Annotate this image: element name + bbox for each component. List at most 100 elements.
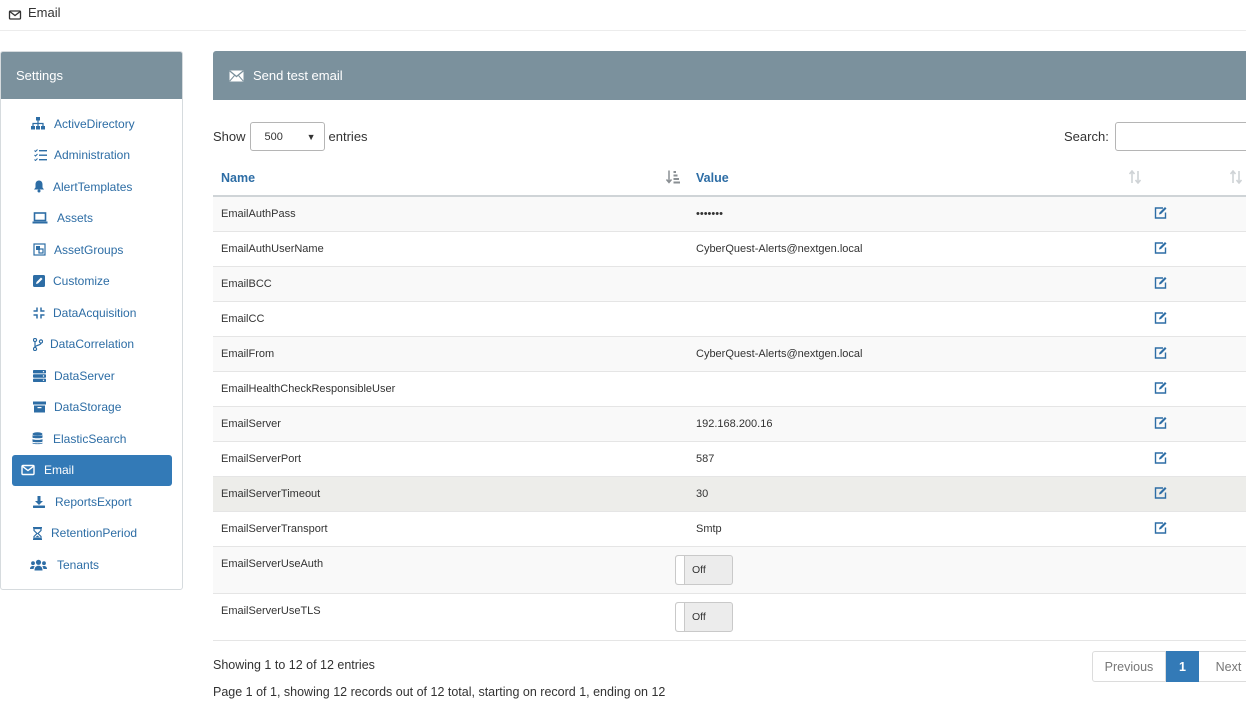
panel-title: Send test email [253, 68, 343, 83]
edit-icon[interactable] [1154, 381, 1168, 394]
sidebar-item-dataacquisition[interactable]: DataAcquisition [11, 297, 172, 329]
column-header-name[interactable]: Name [213, 160, 688, 197]
row-name: EmailAuthPass [213, 196, 688, 232]
edit-icon[interactable] [1154, 346, 1168, 359]
sidebar-item-assetgroups[interactable]: AssetGroups [11, 234, 172, 266]
row-value [688, 266, 1133, 302]
toggle-knob [676, 602, 685, 631]
settings-sidebar: Settings ActiveDirectory Administration … [0, 51, 183, 590]
edit-icon[interactable] [1154, 416, 1168, 429]
laptop-icon [32, 211, 48, 225]
sidebar-item-administration[interactable]: Administration [11, 140, 172, 172]
table-row: EmailHealthCheckResponsibleUser [213, 371, 1246, 407]
send-test-email-button[interactable]: Send test email [213, 51, 1246, 100]
row-actions [1133, 406, 1246, 442]
sidebar-item-retentionperiod[interactable]: RetentionPeriod [11, 518, 172, 550]
server-icon [32, 369, 46, 383]
code-branch-icon [33, 337, 43, 351]
sidebar-item-tenants[interactable]: Tenants [11, 549, 172, 581]
row-actions [1133, 476, 1246, 512]
sidebar-item-label: AssetGroups [54, 242, 124, 257]
use-tls-toggle[interactable]: Off [675, 601, 733, 632]
edit-icon[interactable] [1154, 311, 1168, 324]
edit-icon[interactable] [1154, 206, 1168, 219]
row-actions [1133, 336, 1246, 372]
row-value: Off [675, 546, 1133, 594]
previous-button[interactable]: Previous [1092, 651, 1166, 682]
row-value [688, 371, 1133, 407]
edit-icon[interactable] [1154, 451, 1168, 464]
envelope-icon [21, 463, 35, 477]
row-actions [1133, 266, 1246, 302]
main-content: Send test email Show 500 ▼ entries Searc… [213, 51, 1246, 641]
row-value: 30 [688, 476, 1133, 512]
sidebar-item-label: Tenants [57, 557, 100, 572]
row-value: 587 [688, 441, 1133, 477]
row-actions [1133, 593, 1246, 641]
sidebar-item-assets[interactable]: Assets [11, 203, 172, 235]
column-header-actions[interactable] [1133, 160, 1246, 197]
row-actions [1133, 441, 1246, 477]
entries-label: entries [328, 129, 368, 144]
edit-icon[interactable] [1154, 241, 1168, 254]
list-check-icon [33, 148, 47, 162]
settings-table: Name Value EmailAuthPass ••••••• EmailAu… [213, 160, 1246, 641]
sidebar-item-datacorrelation[interactable]: DataCorrelation [11, 329, 172, 361]
sidebar-item-reportsexport[interactable]: ReportsExport [11, 486, 172, 518]
row-value: ••••••• [688, 196, 1133, 232]
table-row: EmailAuthPass ••••••• [213, 196, 1246, 232]
sidebar-item-customize[interactable]: Customize [11, 266, 172, 298]
pagination: Previous 1 Next [1092, 651, 1246, 682]
row-value [688, 301, 1133, 337]
table-info: Showing 1 to 12 of 12 entries [213, 658, 375, 672]
search-filter: Search: [1064, 122, 1246, 151]
sidebar-header: Settings [1, 52, 182, 99]
sort-alpha-down-icon [666, 170, 680, 184]
row-name: EmailHealthCheckResponsibleUser [213, 371, 688, 407]
archive-icon [32, 400, 46, 414]
page-1-button[interactable]: 1 [1166, 651, 1199, 682]
row-actions [1133, 231, 1246, 267]
sidebar-item-label: AlertTemplates [53, 179, 133, 194]
sidebar-item-label: DataStorage [54, 400, 122, 415]
search-input[interactable] [1114, 122, 1246, 151]
sidebar-item-label: RetentionPeriod [51, 526, 138, 541]
column-header-value[interactable]: Value [688, 160, 1142, 197]
edit-icon[interactable] [1154, 521, 1168, 534]
column-header-name-label: Name [221, 170, 256, 185]
row-name: EmailAuthUserName [213, 231, 688, 267]
entries-select[interactable]: 500 ▼ [249, 122, 325, 151]
table-row: EmailBCC [213, 266, 1246, 302]
table-page-info: Page 1 of 1, showing 12 records out of 1… [213, 685, 666, 699]
toggle-label: Off [692, 610, 706, 623]
use-auth-toggle[interactable]: Off [675, 554, 733, 585]
edit-icon[interactable] [1154, 486, 1168, 499]
sidebar-item-label: Administration [54, 148, 131, 163]
users-icon [30, 558, 47, 572]
edit-icon[interactable] [1154, 276, 1168, 289]
row-value: CyberQuest-Alerts@nextgen.local [688, 336, 1133, 372]
row-name: EmailServerTransport [213, 511, 688, 547]
sidebar-item-alerttemplates[interactable]: AlertTemplates [11, 171, 172, 203]
caret-down-icon: ▼ [306, 131, 316, 142]
table-row: EmailServerUseTLS Off [213, 593, 1246, 641]
row-value: Off [675, 593, 1133, 641]
row-actions [1133, 371, 1246, 407]
sidebar-item-activedirectory[interactable]: ActiveDirectory [11, 108, 172, 140]
table-controls: Show 500 ▼ entries Search: [213, 100, 1246, 151]
row-name: EmailBCC [213, 266, 688, 302]
row-name: EmailServerPort [213, 441, 688, 477]
toggle-knob [676, 555, 685, 584]
table-row: EmailServerTransport Smtp [213, 511, 1246, 547]
column-header-value-label: Value [696, 170, 729, 185]
table-row: EmailServer 192.168.200.16 [213, 406, 1246, 442]
entries-select-value: 500 [264, 130, 283, 143]
sidebar-item-datastorage[interactable]: DataStorage [11, 392, 172, 424]
sidebar-item-elasticsearch[interactable]: ElasticSearch [11, 423, 172, 455]
sidebar-item-dataserver[interactable]: DataServer [11, 360, 172, 392]
sidebar-item-email[interactable]: Email [12, 454, 172, 486]
sidebar-item-label: ElasticSearch [53, 431, 127, 446]
sidebar-item-label: DataCorrelation [50, 337, 135, 352]
next-button[interactable]: Next [1199, 651, 1246, 682]
row-name: EmailFrom [213, 336, 688, 372]
